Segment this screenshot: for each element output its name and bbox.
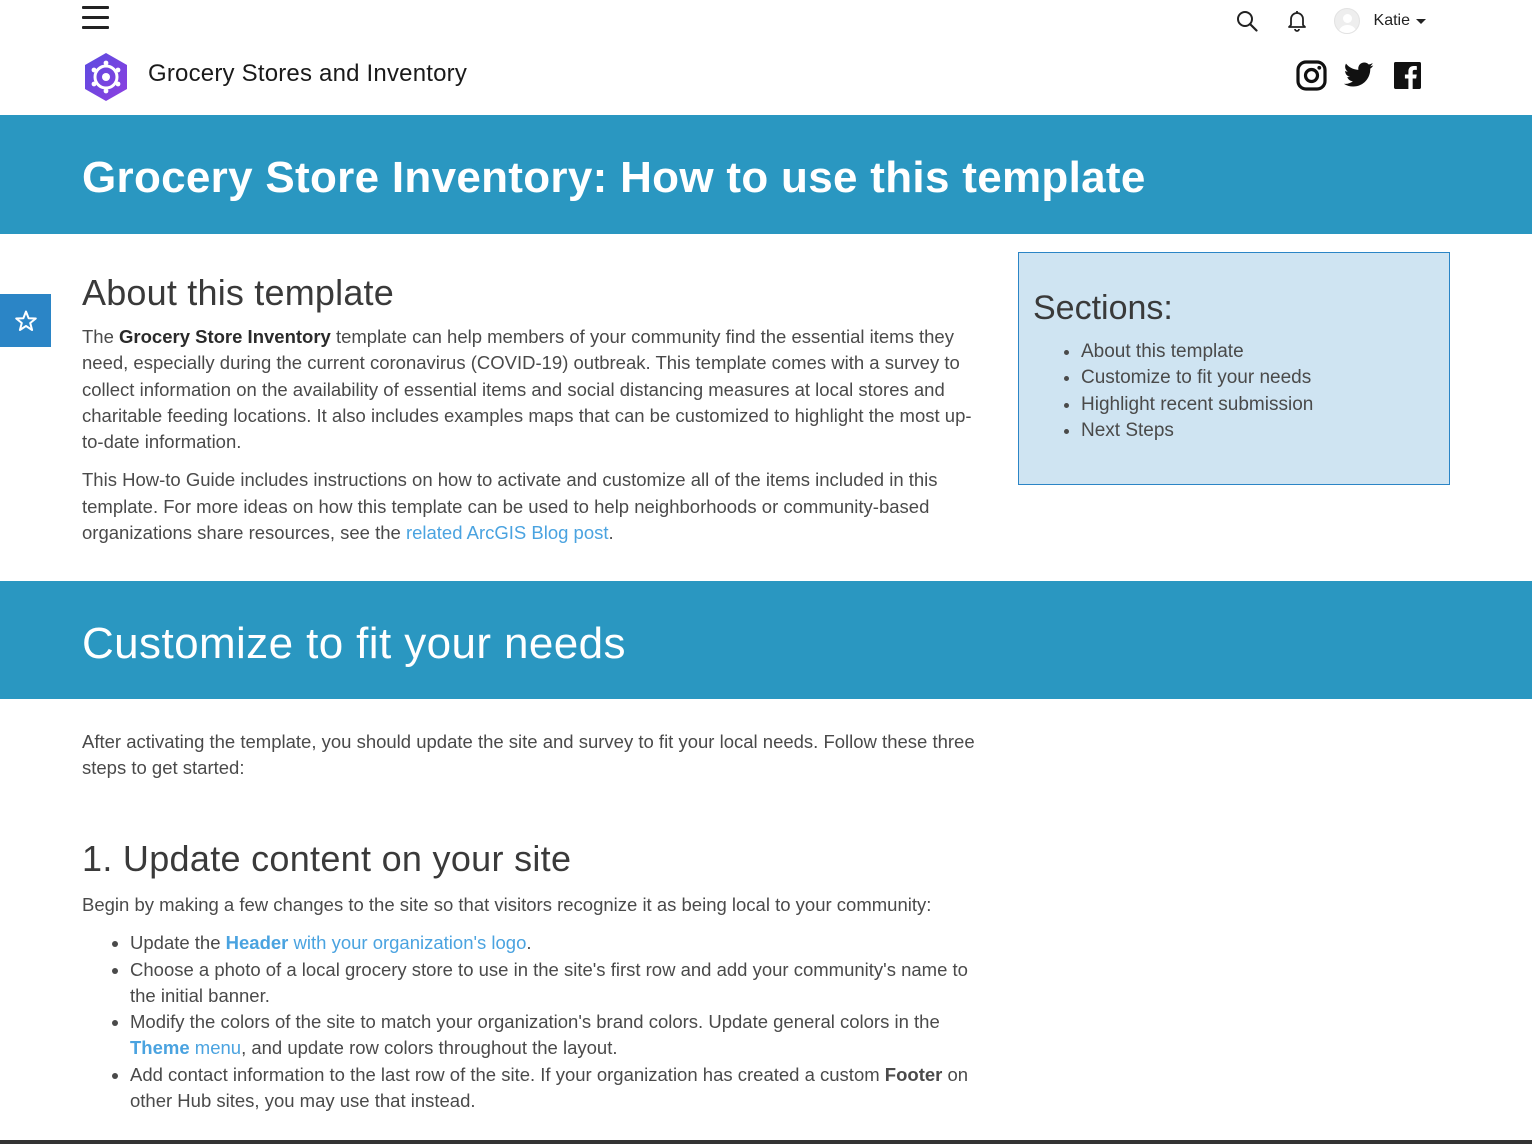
site-header: Grocery Stores and Inventory	[0, 42, 1532, 115]
header-logo-link[interactable]: Header with your organization's logo	[226, 932, 527, 953]
sections-heading: Sections:	[1033, 289, 1173, 327]
list-item: Update the Header with your organization…	[130, 930, 982, 956]
instagram-icon[interactable]	[1294, 58, 1328, 92]
arcgis-blog-link[interactable]: related ArcGIS Blog post	[406, 522, 609, 543]
step1-section: Begin by making a few changes to the sit…	[82, 892, 982, 1114]
customize-heading: Customize to fit your needs	[82, 619, 626, 668]
top-right-controls: Katie	[1234, 6, 1426, 36]
about-paragraph-2: This How-to Guide includes instructions …	[82, 469, 938, 544]
about-section: About this template The Grocery Store In…	[82, 272, 982, 546]
about-paragraph-1: The Grocery Store Inventory template can…	[82, 326, 972, 453]
facebook-icon[interactable]	[1390, 58, 1424, 92]
hamburger-menu-icon[interactable]	[82, 5, 110, 31]
page-title: Grocery Store Inventory: How to use this…	[82, 153, 1146, 202]
theme-menu-link[interactable]: Theme menu	[130, 1037, 241, 1058]
bell-icon[interactable]	[1284, 8, 1310, 34]
bottom-divider	[0, 1140, 1532, 1144]
customize-section: After activating the template, you shoul…	[82, 729, 982, 782]
favorite-button[interactable]	[0, 294, 51, 347]
search-icon[interactable]	[1234, 8, 1260, 34]
step1-list: Update the Header with your organization…	[82, 930, 982, 1114]
hero-banner: Grocery Store Inventory: How to use this…	[0, 115, 1532, 234]
sections-item: Customize to fit your needs	[1081, 365, 1313, 391]
hub-logo-icon[interactable]	[83, 52, 129, 102]
username[interactable]: Katie	[1374, 12, 1410, 30]
site-title[interactable]: Grocery Stores and Inventory	[148, 60, 467, 88]
sections-item: Next Steps	[1081, 418, 1313, 444]
sections-item: About this template	[1081, 339, 1313, 365]
customize-intro: After activating the template, you shoul…	[82, 731, 975, 779]
list-item: Choose a photo of a local grocery store …	[130, 957, 982, 1010]
list-item: Add contact information to the last row …	[130, 1062, 982, 1115]
social-links	[1294, 58, 1438, 92]
twitter-icon[interactable]	[1342, 58, 1376, 92]
step1-heading: 1. Update content on your site	[82, 838, 572, 879]
user-menu[interactable]: Katie	[1333, 8, 1426, 34]
about-heading: About this template	[82, 272, 394, 313]
customize-banner: Customize to fit your needs	[0, 581, 1532, 699]
sections-card: Sections: About this template Customize …	[1018, 252, 1450, 485]
top-utility-bar: Katie	[0, 0, 1532, 42]
step1-intro: Begin by making a few changes to the sit…	[82, 894, 932, 915]
list-item: Modify the colors of the site to match y…	[130, 1009, 982, 1062]
sections-list: About this template Customize to fit you…	[1081, 339, 1313, 444]
star-icon	[14, 310, 37, 331]
sections-item: Highlight recent submission	[1081, 392, 1313, 418]
chevron-down-icon[interactable]	[1416, 18, 1426, 24]
avatar[interactable]	[1333, 8, 1360, 34]
